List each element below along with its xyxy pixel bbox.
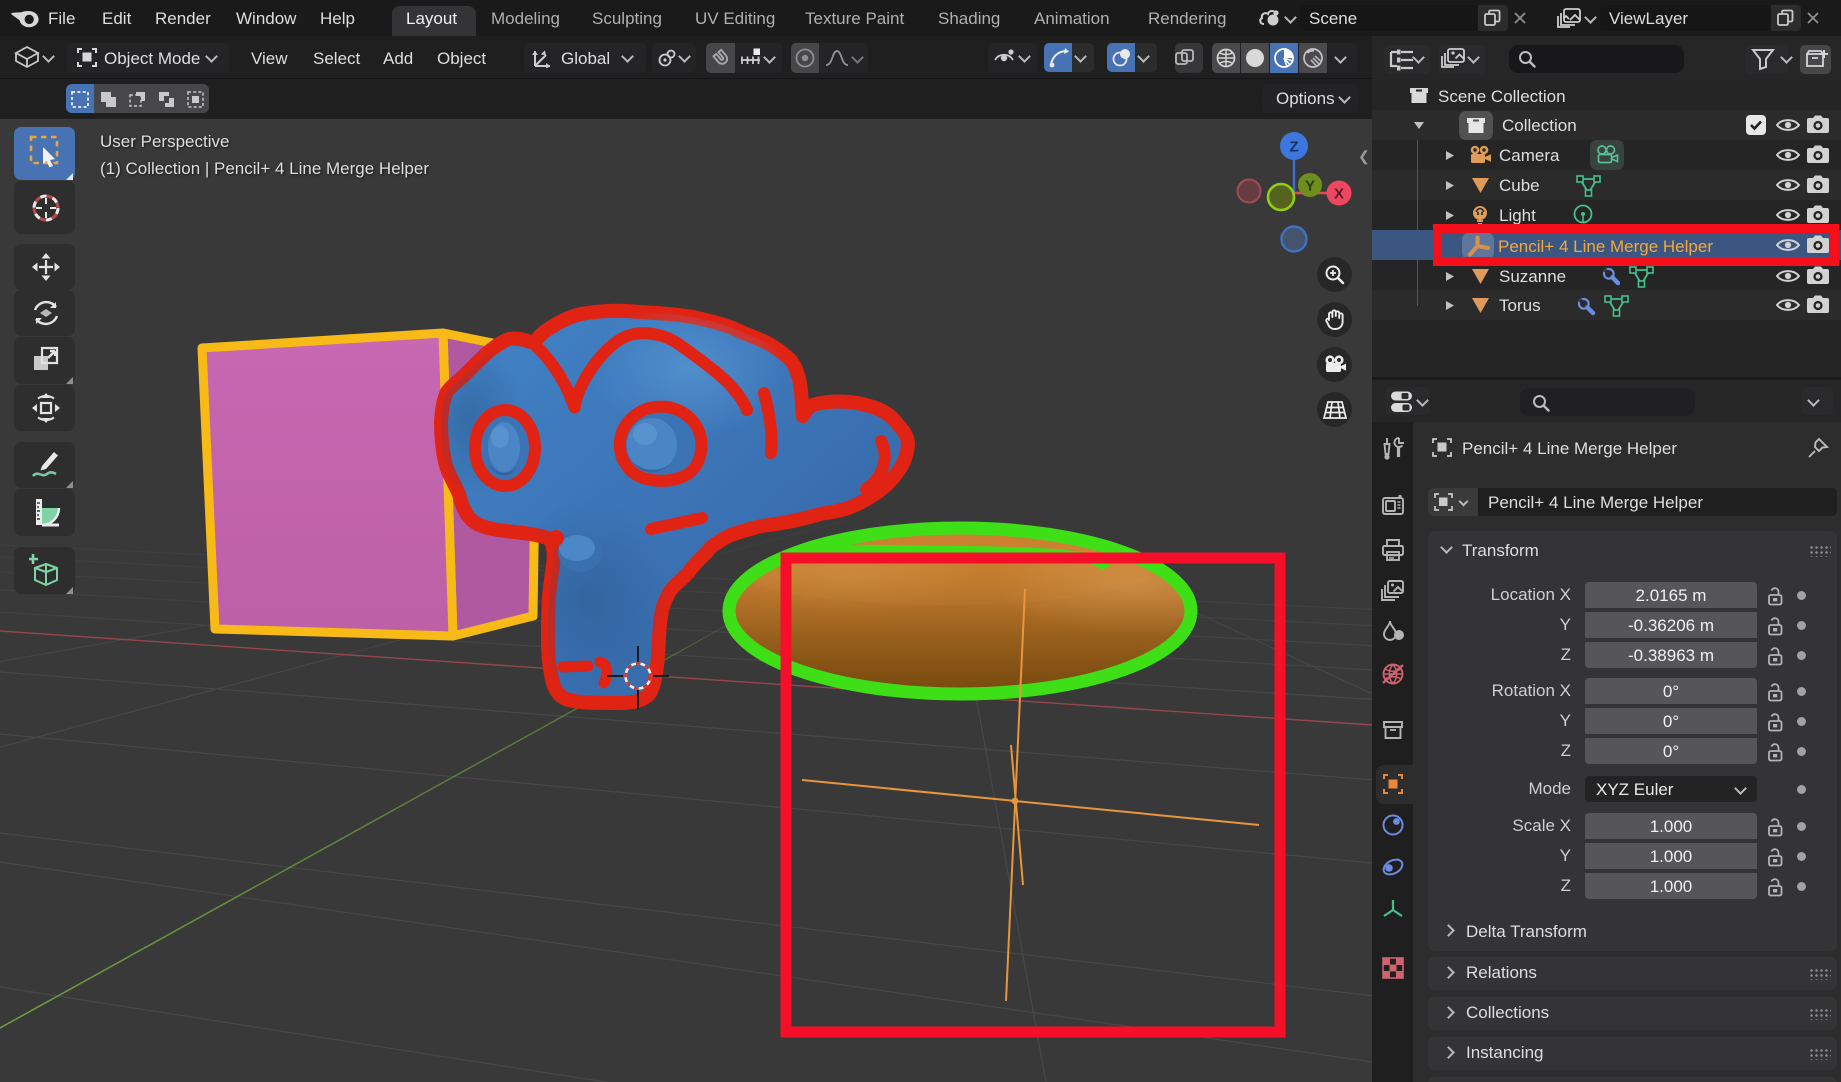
svg-text:X: X (1334, 186, 1344, 203)
svg-text:Z: Z (1289, 139, 1298, 156)
svg-text:Y: Y (1305, 178, 1315, 195)
